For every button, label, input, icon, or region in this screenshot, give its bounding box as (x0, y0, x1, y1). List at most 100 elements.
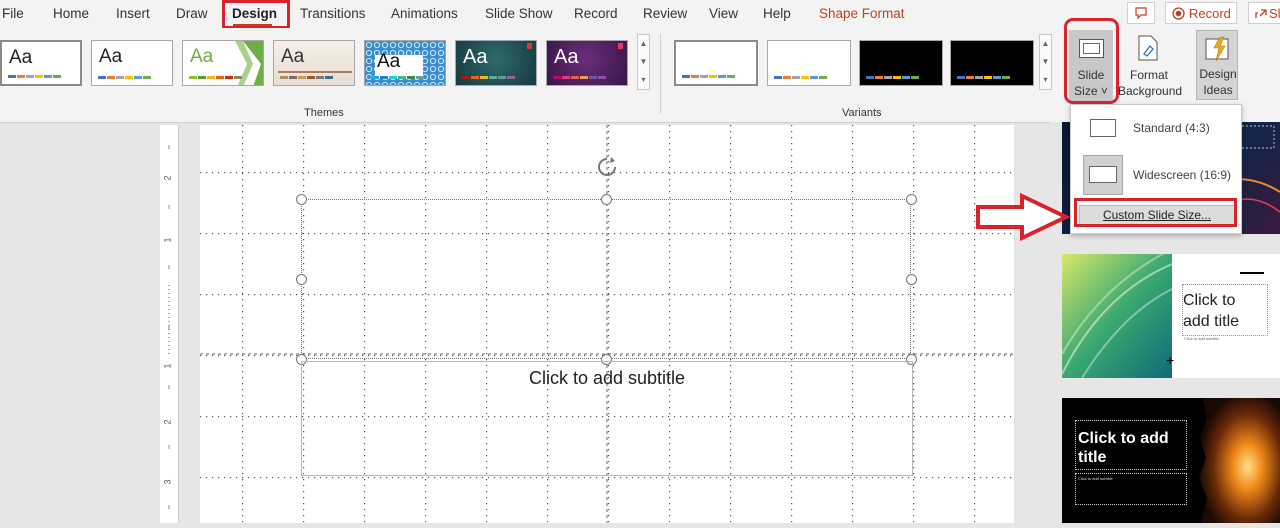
variant-2[interactable] (767, 40, 851, 86)
theme-office-2[interactable]: Aa (91, 40, 173, 86)
themes-scroll[interactable]: ▲ ▼ ▾ (637, 34, 650, 90)
theme-facet[interactable]: Aa (182, 40, 264, 86)
resize-handle[interactable] (296, 274, 307, 285)
format-background-label-line1: Format (1129, 68, 1168, 82)
scroll-down-icon[interactable]: ▼ (638, 53, 649, 71)
ruler-number: 1 (162, 363, 173, 369)
theme-swatches (98, 76, 151, 79)
design-tab-underline (233, 24, 272, 26)
theme-sample-text: Aa (463, 46, 488, 68)
subtitle-placeholder-text: Click to add subtitle (528, 368, 686, 388)
record-icon (1172, 7, 1185, 20)
comments-button[interactable] (1127, 2, 1155, 24)
theme-swatches (371, 76, 424, 79)
editor-background (0, 123, 160, 523)
tab-shape-format[interactable]: Shape Format (819, 6, 905, 21)
rotate-handle-icon[interactable] (594, 155, 620, 179)
tab-file[interactable]: File (2, 6, 24, 21)
tab-record[interactable]: Record (574, 6, 618, 21)
record-button-label: Record (1189, 6, 1231, 21)
themes-group-label: Themes (304, 107, 344, 119)
variant-1[interactable] (674, 40, 758, 86)
slide-size-highlight (1064, 18, 1119, 104)
ruler-number: 1 (162, 237, 173, 243)
variants-group-label: Variants (842, 107, 882, 119)
thumbnail-subtitle: Click to add subtitle (1078, 476, 1113, 481)
subtitle-placeholder[interactable]: Click to add subtitle (301, 361, 913, 476)
standard-option-label: Standard (4:3) (1133, 121, 1210, 135)
more-icon[interactable]: ▾ (638, 71, 649, 89)
slide-canvas[interactable]: Click to add subtitle (200, 125, 1014, 523)
ruler-number: 2 (162, 419, 173, 425)
accent-bar (1240, 272, 1264, 274)
theme-sample-text: Aa (377, 51, 401, 72)
theme-sample-text: Aa (190, 46, 214, 67)
thumbnail-graphic (1199, 398, 1280, 523)
cursor-crosshair-icon: + (1166, 352, 1175, 368)
theme-sample-text: Aa (554, 46, 579, 68)
format-background-label-line2: Background (1118, 84, 1183, 98)
variant-swatches (682, 75, 735, 78)
theme-office[interactable]: Aa (0, 40, 82, 86)
variant-swatches (957, 76, 1010, 79)
resize-handle[interactable] (296, 194, 307, 205)
thumbnail-title: Click to add title (1078, 430, 1169, 466)
theme-sample-text: Aa (99, 46, 123, 67)
arrow-annotation-icon (976, 192, 1071, 242)
tab-draw[interactable]: Draw (176, 6, 208, 21)
share-button[interactable]: Sl (1248, 2, 1280, 24)
theme-corner-mark (618, 43, 623, 49)
thumbnail-graphic (1062, 254, 1172, 378)
widescreen-option[interactable]: Widescreen (16:9) (1073, 155, 1239, 195)
scroll-up-icon[interactable]: ▲ (1040, 35, 1051, 53)
tab-view[interactable]: View (709, 6, 738, 21)
tab-slide-show[interactable]: Slide Show (485, 6, 553, 21)
scroll-down-icon[interactable]: ▼ (1040, 53, 1051, 71)
standard-ratio-icon (1090, 119, 1116, 137)
resize-handle[interactable] (906, 194, 917, 205)
standard-option[interactable]: Standard (4:3) (1073, 111, 1239, 143)
more-icon[interactable]: ▾ (1040, 71, 1051, 89)
format-background-button[interactable]: Format Background (1118, 30, 1183, 102)
design-ideas-label-line1: Design (1199, 67, 1237, 81)
variant-swatches (774, 76, 827, 79)
resize-handle[interactable] (906, 274, 917, 285)
thumbnail-title: Click to add title (1183, 292, 1240, 330)
tab-transitions[interactable]: Transitions (300, 6, 366, 21)
theme-ion[interactable]: Aa (455, 40, 537, 86)
tab-help[interactable]: Help (763, 6, 791, 21)
scroll-up-icon[interactable]: ▲ (638, 35, 649, 53)
design-ideas-label-line2: Ideas (1203, 83, 1233, 97)
design-ideas-button[interactable]: Design Ideas (1196, 30, 1238, 100)
theme-rule (278, 71, 352, 73)
tab-insert[interactable]: Insert (116, 6, 150, 21)
tab-animations[interactable]: Animations (391, 6, 458, 21)
ruler-ticks (168, 145, 170, 509)
theme-swatches (280, 76, 333, 79)
theme-swatches (189, 76, 242, 79)
theme-swatches (462, 76, 515, 79)
theme-swatches (553, 76, 606, 79)
title-placeholder[interactable] (301, 199, 911, 359)
format-background-icon (1138, 35, 1158, 61)
tab-review[interactable]: Review (643, 6, 687, 21)
widescreen-option-label: Widescreen (16:9) (1133, 168, 1232, 182)
theme-sample-text: Aa (281, 46, 305, 67)
thumbnail-subtitle: Click to add subtitle (1184, 336, 1219, 341)
resize-handle[interactable] (601, 194, 612, 205)
variants-scroll[interactable]: ▲ ▼ ▾ (1039, 34, 1052, 90)
variant-3[interactable] (859, 40, 943, 86)
theme-retrospect[interactable]: Aa (273, 40, 355, 86)
record-button[interactable]: Record (1165, 2, 1237, 24)
design-ideas-icon (1205, 36, 1229, 62)
tab-home[interactable]: Home (53, 6, 89, 21)
theme-pattern[interactable]: Aa (364, 40, 446, 86)
share-button-label: Sl (1269, 6, 1280, 21)
vertical-ruler[interactable]: 2 1 1 2 3 (160, 125, 179, 523)
theme-ion-boardroom[interactable]: Aa (546, 40, 628, 86)
design-idea-thumbnail[interactable]: Click to add title Click to add subtitle… (1062, 254, 1280, 378)
share-icon (1255, 9, 1267, 18)
variant-4[interactable] (950, 40, 1034, 86)
design-idea-thumbnail[interactable]: Click to add title Click to add subtitle (1062, 398, 1280, 523)
variant-swatches (866, 76, 919, 79)
